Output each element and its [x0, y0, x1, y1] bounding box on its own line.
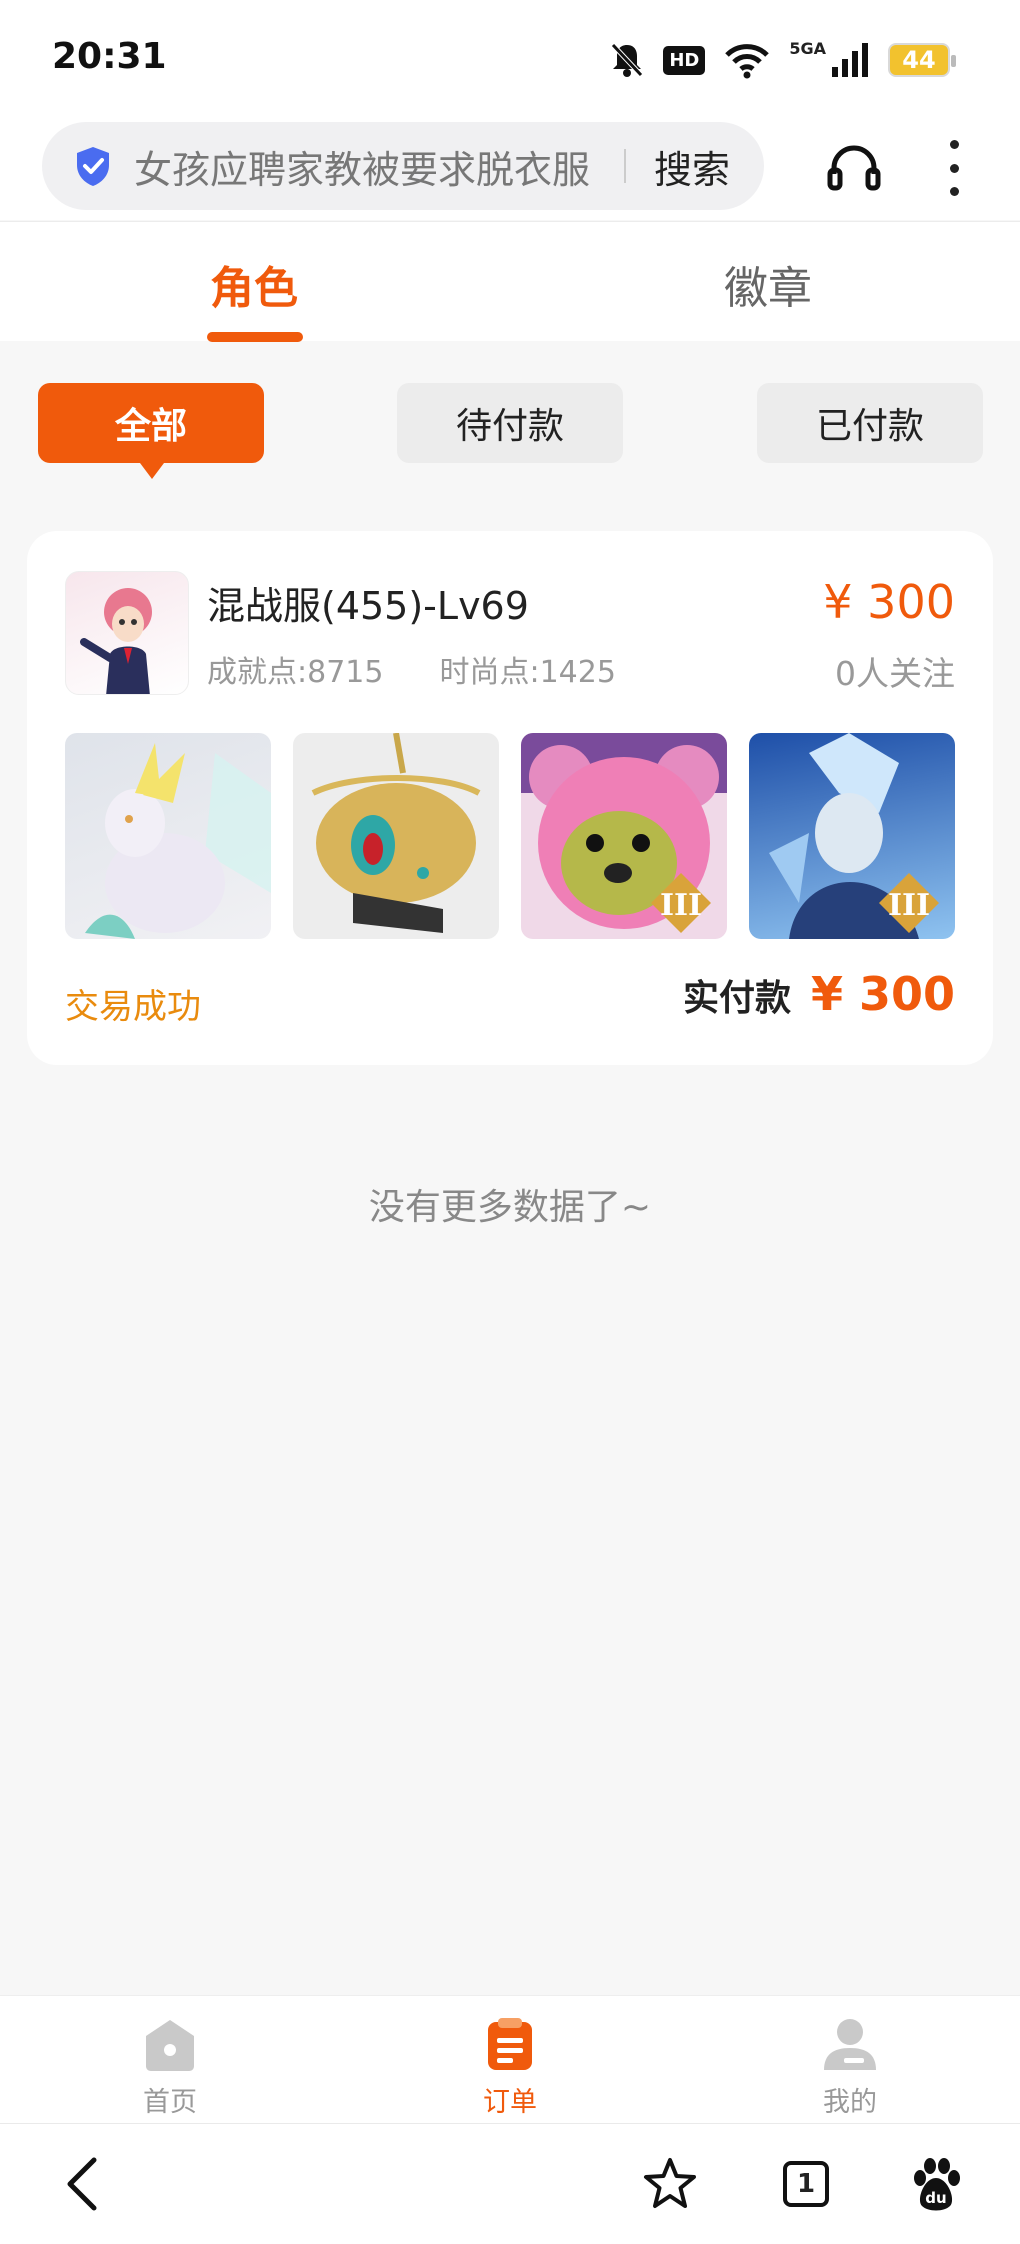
nav-home[interactable]: 首页	[110, 2016, 230, 2119]
star-icon	[644, 2158, 696, 2208]
item-thumbnails: III III	[65, 733, 955, 939]
filter-paid[interactable]: 已付款	[757, 383, 983, 463]
status-time: 20:31	[52, 36, 167, 77]
paid-amount-row: 实付款 ¥ 300	[683, 967, 955, 1021]
search-divider	[624, 149, 626, 183]
back-arrow-icon	[67, 2157, 97, 2211]
nav-home-label: 首页	[143, 2087, 197, 2118]
character-stats: 成就点:8715 时尚点:1425	[207, 647, 616, 691]
achievement-points: 成就点:8715	[207, 655, 384, 690]
paid-value: ¥ 300	[810, 967, 955, 1021]
search-button[interactable]: 搜索	[654, 139, 730, 194]
paid-label: 实付款	[682, 978, 791, 1019]
fashion-points: 时尚点:1425	[439, 655, 616, 690]
pink-bear-icon[interactable]: III	[521, 733, 727, 939]
nav-profile[interactable]: 我的	[790, 2016, 910, 2119]
filter-all[interactable]: 全部	[38, 383, 264, 479]
headset-icon[interactable]	[826, 140, 882, 196]
profile-icon	[824, 2019, 876, 2070]
bookmark-button[interactable]	[640, 2154, 700, 2214]
more-menu-icon[interactable]	[940, 140, 968, 196]
search-input[interactable]: 女孩应聘家教被要求脱衣服	[134, 139, 614, 194]
tab-count: 1	[783, 2161, 829, 2207]
tab-badge[interactable]: 徽章	[724, 252, 812, 316]
order-card[interactable]: 混战服(455)-Lv69 成就点:8715 时尚点:1425 ¥ 300 0人…	[27, 531, 993, 1065]
nav-orders-label: 订单	[483, 2087, 537, 2118]
bottom-nav: 首页 订单 我的	[0, 1995, 1020, 2123]
follower-count: 0人关注	[835, 654, 955, 693]
top-tabs: 角色 徽章	[0, 221, 1020, 342]
white-fox-mount-icon[interactable]	[65, 733, 271, 939]
baidu-button[interactable]: du	[906, 2154, 966, 2214]
hd-badge: HD	[663, 45, 706, 75]
browser-toolbar: 1 du	[0, 2123, 1020, 2244]
baidu-paw-icon: du	[914, 2158, 960, 2211]
orders-icon	[488, 2018, 532, 2070]
tier-label: III	[888, 888, 930, 923]
mute-bell-icon	[611, 43, 644, 77]
battery-level: 44	[902, 46, 936, 74]
filter-pending-payment[interactable]: 待付款	[397, 383, 623, 463]
status-bar: 20:31 HD 5GA 44	[0, 0, 1020, 118]
nav-profile-label: 我的	[823, 2087, 877, 2118]
wifi-icon	[725, 44, 770, 79]
search-box[interactable]: 女孩应聘家教被要求脱衣服 搜索	[42, 122, 764, 210]
svg-text:du: du	[925, 2189, 946, 2207]
filter-bar: 全部 待付款 已付款	[0, 383, 1020, 479]
battery-icon: 44	[888, 43, 956, 77]
golden-mask-icon[interactable]	[293, 733, 499, 939]
server-name: 混战服(455)-Lv69	[207, 584, 529, 628]
price: ¥ 300	[823, 575, 955, 629]
status-icons: HD 5GA 44	[609, 38, 956, 82]
back-button[interactable]	[52, 2154, 112, 2214]
tab-indicator	[207, 332, 303, 342]
tab-role[interactable]: 角色	[210, 252, 298, 316]
ice-warrior-icon[interactable]: III	[749, 733, 955, 939]
home-icon	[146, 2020, 194, 2071]
order-status: 交易成功	[65, 987, 201, 1027]
tier-label: III	[660, 888, 702, 923]
network-type: 5GA	[789, 38, 826, 58]
signal-icon	[832, 43, 868, 77]
no-more-data: 没有更多数据了~	[368, 1187, 652, 1228]
shield-icon	[77, 147, 109, 186]
search-row: 女孩应聘家教被要求脱衣服 搜索	[0, 118, 1020, 220]
nav-orders[interactable]: 订单	[450, 2016, 570, 2119]
tabs-button[interactable]: 1	[776, 2154, 836, 2214]
character-avatar	[65, 571, 189, 695]
